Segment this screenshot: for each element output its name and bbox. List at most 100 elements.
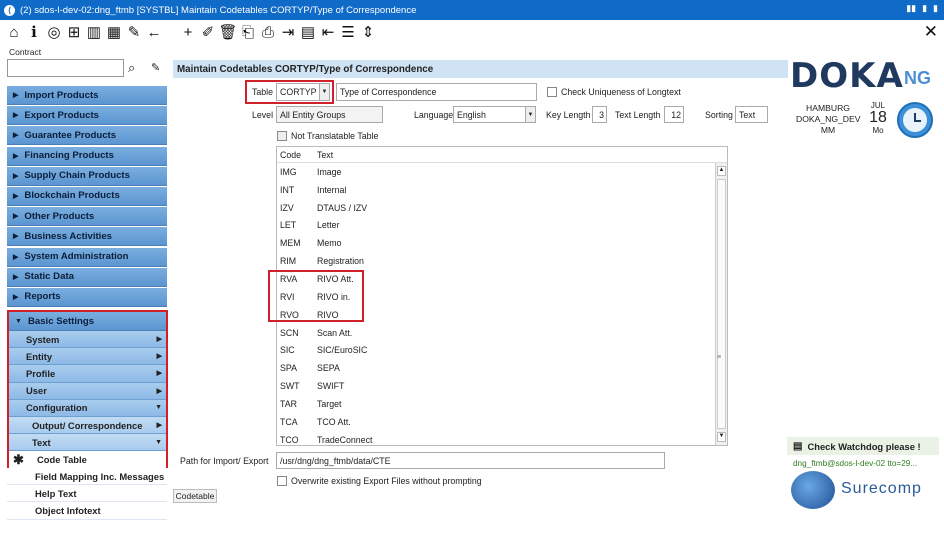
nav-system-administration[interactable]: ▶ System Administration (7, 247, 167, 267)
table-row[interactable]: MEM Memo (277, 234, 727, 252)
table-row[interactable]: RIM Registration (277, 252, 727, 270)
document-icon: ▤ (793, 440, 803, 452)
chevron-right-icon: ▶ (13, 253, 19, 261)
nav-configuration[interactable]: Configuration ▼ (9, 399, 166, 417)
nav-reports[interactable]: ▶ Reports (7, 287, 167, 307)
check-uniqueness-checkbox[interactable] (547, 87, 557, 97)
delete-icon[interactable]: 🗑 (218, 22, 238, 42)
add-icon[interactable]: + (178, 22, 198, 42)
edit-icon[interactable]: ✎ (124, 22, 144, 42)
nav-code-table[interactable]: ✱ Code Table (9, 451, 166, 469)
info-icon[interactable]: i (24, 22, 44, 42)
table-row[interactable]: SIC SIC/EuroSIC (277, 341, 727, 359)
window-controls[interactable]: ▮▮ ▮ ▮ (906, 3, 938, 14)
chevron-right-icon: ▶ (13, 112, 19, 120)
table-row[interactable]: TCA TCO Att. (277, 413, 727, 431)
nav-blockchain-products[interactable]: ▶ Blockchain Products (7, 186, 167, 206)
export-icon[interactable]: ⇥ (278, 22, 298, 42)
window-maximize-button[interactable]: ▮ (933, 3, 938, 14)
text-length-label: Text Length (615, 110, 661, 120)
column-header-code[interactable]: Code (277, 150, 317, 160)
table-row[interactable]: TAR Target (277, 395, 727, 413)
chevron-down-icon[interactable]: ▼ (525, 107, 535, 122)
scroll-up-icon[interactable]: ▲ (717, 166, 726, 176)
main-nav: ▶ Import Products ▶ Export Products ▶ Guara… (7, 86, 167, 308)
nav-static-data[interactable]: ▶ Static Data (7, 267, 167, 287)
sorting-label: Sorting (705, 110, 733, 120)
nav-help-text[interactable]: Help Text (7, 485, 167, 503)
table-row[interactable]: SCN Scan Att. (277, 324, 727, 342)
collapse-icon[interactable]: ⇕ (358, 22, 378, 42)
tab-codetable[interactable]: Codetable (173, 489, 217, 503)
table-label: Table (252, 87, 274, 97)
nav-supply-chain-products[interactable]: ▶ Supply Chain Products (7, 166, 167, 186)
chevron-right-icon: ▶ (13, 213, 19, 221)
nav-profile[interactable]: Profile ▶ (9, 365, 166, 383)
page-title: Maintain Codetables CORTYP/Type of Corre… (173, 60, 788, 78)
text-length-field[interactable]: 12 (664, 106, 684, 123)
location-info: HAMBURG DOKA_NG_DEV MM (796, 103, 861, 136)
nav-financing-products[interactable]: ▶ Financing Products (7, 146, 167, 166)
chevron-down-icon[interactable]: ▼ (319, 84, 329, 100)
chevron-right-icon: ▶ (13, 233, 19, 241)
back-icon[interactable]: ← (144, 22, 164, 42)
nav-basic-settings[interactable]: ▼ Basic Settings (9, 312, 166, 331)
grid-icon[interactable]: ▦ (104, 22, 124, 42)
folder-icon[interactable]: ⎗ (238, 22, 258, 42)
nav-output-correspondence[interactable]: Output/ Correspondence ▶ (9, 416, 166, 435)
scroll-down-icon[interactable]: ▼ (717, 432, 726, 442)
table-row[interactable]: SPA SEPA (277, 359, 727, 377)
watchdog-alert[interactable]: ▤ Check Watchdog please ! (787, 437, 939, 455)
pencil-icon[interactable]: ✐ (198, 22, 218, 42)
nav-text[interactable]: Text ▼ (9, 434, 166, 452)
home-icon[interactable]: ⌂ (4, 22, 24, 42)
chevron-right-icon: ▶ (13, 92, 19, 99)
nav-business-activities[interactable]: ▶ Business Activities (7, 227, 167, 247)
nav-object-infotext[interactable]: Object Infotext (7, 502, 167, 520)
import-icon[interactable]: ⇤ (318, 22, 338, 42)
log-icon[interactable]: ▤ (298, 22, 318, 42)
window-minimize-button[interactable]: ▮ (922, 3, 927, 14)
path-input[interactable]: /usr/dng/dng_ftmb/data/CTE (276, 452, 665, 469)
nav-entity[interactable]: Entity ▶ (9, 348, 166, 366)
table-row[interactable]: TCO TradeConnect (277, 431, 727, 449)
book-icon[interactable]: ▥ (84, 22, 104, 42)
nav-other-products[interactable]: ▶ Other Products (7, 207, 167, 227)
note-edit-icon[interactable]: ✎ (151, 61, 160, 74)
table-row[interactable]: IMG Image (277, 163, 727, 181)
document-icon[interactable]: ☰ (338, 22, 358, 42)
table-row[interactable]: INT Internal (277, 181, 727, 199)
rows-highlight (268, 270, 364, 322)
nav-import-products[interactable]: ▶ Import Products (7, 86, 167, 105)
print-icon[interactable]: ⎙ (258, 22, 278, 42)
target-icon[interactable]: ◎ (44, 22, 64, 42)
grid-scrollbar[interactable]: ▲ ≡ ▼ (715, 163, 727, 445)
contract-input[interactable] (7, 59, 124, 77)
column-header-text[interactable]: Text (317, 150, 333, 160)
table-select[interactable]: CORTYP ▼ (276, 83, 330, 101)
not-translatable-checkbox[interactable] (277, 131, 287, 141)
scroll-thumb[interactable] (717, 179, 726, 429)
chevron-right-icon: ▶ (156, 370, 162, 378)
nav-export-products[interactable]: ▶ Export Products (7, 106, 167, 126)
app-icon: ⟨ (4, 4, 15, 16)
nav-user[interactable]: User ▶ (9, 382, 166, 400)
table-row[interactable]: SWT SWIFT (277, 377, 727, 395)
surecomp-logo: Surecomp (791, 471, 941, 509)
window-restore-button[interactable]: ▮▮ (906, 3, 916, 14)
language-select[interactable]: English ▼ (453, 106, 536, 123)
overwrite-checkbox[interactable] (277, 476, 287, 486)
table-row[interactable]: IZV DTAUS / IZV (277, 199, 727, 217)
nav-field-mapping[interactable]: Field Mapping Inc. Messages (7, 468, 167, 486)
sorting-field[interactable]: Text (735, 106, 768, 123)
table-row[interactable]: LET Letter (277, 217, 727, 235)
chevron-right-icon: ▶ (13, 273, 19, 281)
search-icon[interactable]: ⌕ (128, 60, 135, 76)
key-length-field[interactable]: 3 (592, 106, 607, 123)
level-label: Level (252, 110, 274, 120)
nav-guarantee-products[interactable]: ▶ Guarantee Products (7, 126, 167, 146)
nav-system[interactable]: System ▶ (9, 331, 166, 349)
close-icon[interactable]: ✕ (924, 22, 938, 42)
tree-icon[interactable]: ⊞ (64, 22, 84, 42)
basic-settings-group: ▼ Basic Settings System ▶ Entity ▶ Profile ▶… (7, 310, 168, 469)
